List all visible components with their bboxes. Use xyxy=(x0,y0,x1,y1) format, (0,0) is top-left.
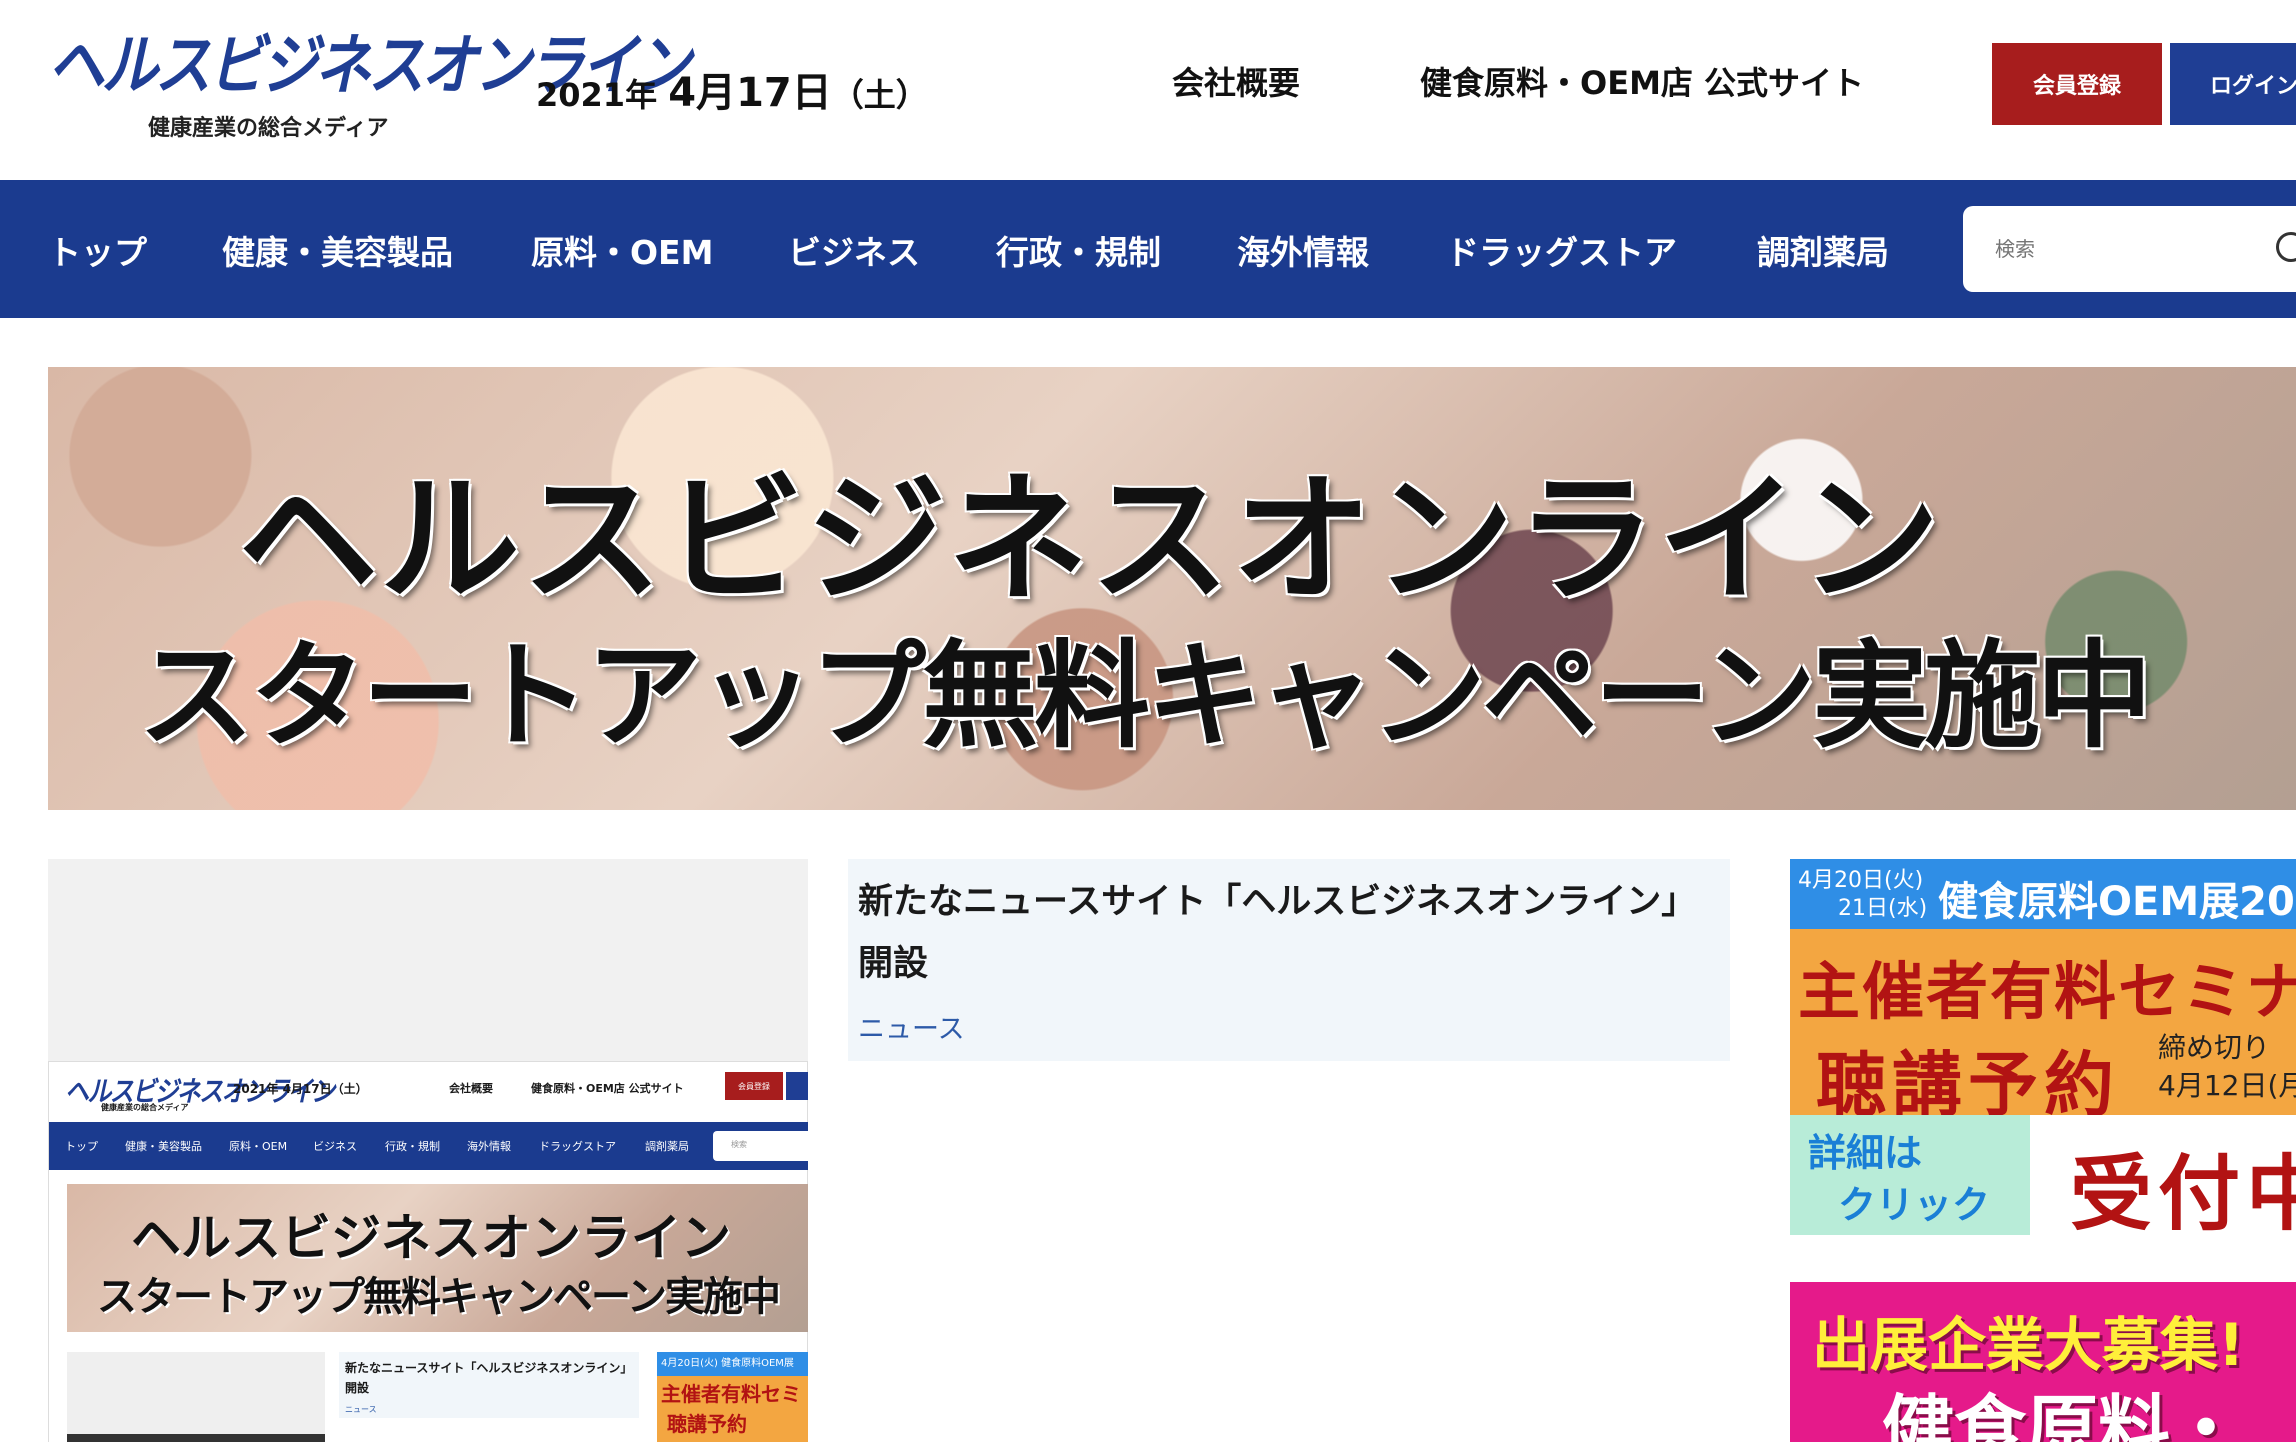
thumb-ad: 4月20日(火) 健食原料OEM展 主催者有料セミ 聴講予約 xyxy=(657,1352,808,1442)
ad-accepting-text: 受付中 xyxy=(2070,1147,2296,1235)
nav-item-regulation[interactable]: 行政・規制 xyxy=(996,226,1161,274)
search-box xyxy=(1963,206,2296,292)
date-year: 2021年 xyxy=(536,76,658,114)
thumb-news-card: 新たなニュースサイト「ヘルスビジネスオンライン」開設 ニュース xyxy=(339,1352,639,1418)
thumb-register: 会員登録 xyxy=(725,1072,783,1100)
ad-event-title: 健食原料OEM展202 xyxy=(1938,879,2296,925)
thumb-banner: ヘルスビジネスオンライン スタートアップ無料キャンペーン実施中 xyxy=(67,1184,808,1332)
search-input[interactable] xyxy=(1993,224,2247,274)
ad-body: 主催者有料セミナー 聴講予約 締め切り 4月12日(月 xyxy=(1790,929,2296,1126)
ad-header: 4月20日(火) 21日(水) 健食原料OEM展202 xyxy=(1790,859,2296,929)
thumb-banner-subtitle: スタートアップ無料キャンペーン実施中 xyxy=(97,1273,781,1320)
search-icon[interactable] xyxy=(2276,232,2296,262)
thumb-nav-item: 健康・美容製品 xyxy=(125,1140,202,1153)
thumb-nav-item: 調剤薬局 xyxy=(645,1140,689,1153)
main-nav: トップ 健康・美容製品 原料・OEM ビジネス 行政・規制 海外情報 ドラッグス… xyxy=(0,180,2296,318)
ad-accepting: 受付中 xyxy=(2030,1115,2296,1235)
ad-event-date: 4月20日(火) 21日(水) xyxy=(1798,867,1927,923)
thumb-image-placeholder xyxy=(67,1352,325,1442)
company-link[interactable]: 会社概要 xyxy=(1172,58,1300,104)
ad-date-line2: 21日(水) xyxy=(1838,896,1928,921)
nav-item-business[interactable]: ビジネス xyxy=(788,226,920,274)
nav-item-drugstore[interactable]: ドラッグストア xyxy=(1446,226,1677,274)
current-date: 2021年 4月17日（土） xyxy=(536,60,928,118)
thumb-link: 健食原料・OEM店 公式サイト xyxy=(531,1082,684,1095)
ad-details-line2: クリック xyxy=(1838,1183,1991,1227)
thumb-logo-sub: 健康産業の総合メディア xyxy=(101,1103,189,1112)
banner-title: ヘルスビジネスオンライン xyxy=(238,458,1943,622)
thumb-news-category: ニュース xyxy=(345,1405,377,1414)
ad-details-line1: 詳細は xyxy=(1808,1131,1923,1175)
ad-deadline-label: 締め切り xyxy=(2158,1031,2271,1064)
news-category-link[interactable]: ニュース xyxy=(858,1007,965,1046)
thumbnail-screenshot: ヘルスビジネスオンライン 健康産業の総合メディア 2021年 4月17日（土） … xyxy=(48,1061,808,1442)
thumb-ad-mid: 主催者有料セミ xyxy=(661,1382,801,1406)
exhibitor-ad[interactable]: 出展企業大募集! 健食原料・ xyxy=(1790,1282,2296,1442)
thumb-ad-top: 4月20日(火) 健食原料OEM展 xyxy=(657,1352,808,1376)
thumb-nav-item: 行政・規制 xyxy=(385,1140,440,1153)
date-day: 17日 xyxy=(736,70,832,116)
date-month: 4月 xyxy=(668,70,737,116)
nav-item-overseas[interactable]: 海外情報 xyxy=(1237,226,1369,274)
date-weekday: （土） xyxy=(831,76,928,114)
thumb-date: 2021年 4月17日（土） xyxy=(233,1082,368,1096)
ad-details-text: 詳細は クリック xyxy=(1808,1127,1990,1231)
campaign-banner[interactable]: ヘルスビジネスオンライン スタートアップ無料キャンペーン実施中 xyxy=(48,367,2296,810)
thumb-nav-item: トップ xyxy=(65,1140,98,1153)
nav-item-oem[interactable]: 原料・OEM xyxy=(531,226,713,274)
thumb-search-placeholder: 検索 xyxy=(731,1140,747,1149)
site-logo[interactable]: ヘルスビジネスオンライン 健康産業の総合メディア xyxy=(48,26,691,146)
ad-deadline-date: 4月12日(月 xyxy=(2158,1069,2296,1102)
seminar-ad[interactable]: 4月20日(火) 21日(水) 健食原料OEM展202 主催者有料セミナー 聴講… xyxy=(1790,859,2296,1235)
nav-item-pharmacy[interactable]: 調剤薬局 xyxy=(1757,226,1889,274)
nav-item-products[interactable]: 健康・美容製品 xyxy=(222,226,453,274)
thumb-ad-bottom: 聴講予約 xyxy=(667,1412,747,1436)
ad-seminar-text: 主催者有料セミナー xyxy=(1798,955,2296,1028)
article-thumbnail[interactable]: ヘルスビジネスオンライン 健康産業の総合メディア 2021年 4月17日（土） … xyxy=(48,859,808,1442)
ad-deadline: 締め切り 4月12日(月 xyxy=(2158,1029,2296,1105)
thumb-nav-item: 原料・OEM xyxy=(229,1140,288,1153)
oem-site-link[interactable]: 健食原料・OEM店 公式サイト xyxy=(1420,58,1864,104)
news-card: 新たなニュースサイト「ヘルスビジネスオンライン」開設 ニュース xyxy=(848,859,1730,1061)
banner-subtitle: スタートアップ無料キャンペーン実施中 xyxy=(138,628,2152,764)
thumb-search: 検索 xyxy=(713,1131,808,1161)
login-button[interactable]: ログイン xyxy=(2170,43,2296,125)
thumb-nav-item: ビジネス xyxy=(313,1140,357,1153)
ad-date-line1: 4月20日(火) xyxy=(1798,868,1924,893)
register-button[interactable]: 会員登録 xyxy=(1992,43,2162,125)
thumb-image-strip xyxy=(67,1434,325,1442)
thumb-link: 会社概要 xyxy=(449,1082,493,1095)
logo-subtitle: 健康産業の総合メディア xyxy=(148,116,389,141)
thumb-login xyxy=(786,1072,808,1100)
ad-details-link[interactable]: 詳細は クリック xyxy=(1790,1115,2030,1235)
thumb-nav: トップ 健康・美容製品 原料・OEM ビジネス 行政・規制 海外情報 ドラッグス… xyxy=(49,1122,808,1170)
thumb-nav-item: 海外情報 xyxy=(467,1140,511,1153)
ad2-subheadline: 健食原料・ xyxy=(1882,1387,2243,1442)
thumb-banner-title: ヘルスビジネスオンライン xyxy=(131,1208,731,1267)
thumb-news-title: 新たなニュースサイト「ヘルスビジネスオンライン」開設 xyxy=(345,1361,633,1395)
nav-item-top[interactable]: トップ xyxy=(48,226,147,274)
news-title[interactable]: 新たなニュースサイト「ヘルスビジネスオンライン」開設 xyxy=(858,871,1718,995)
thumb-nav-item: ドラッグストア xyxy=(539,1140,616,1153)
